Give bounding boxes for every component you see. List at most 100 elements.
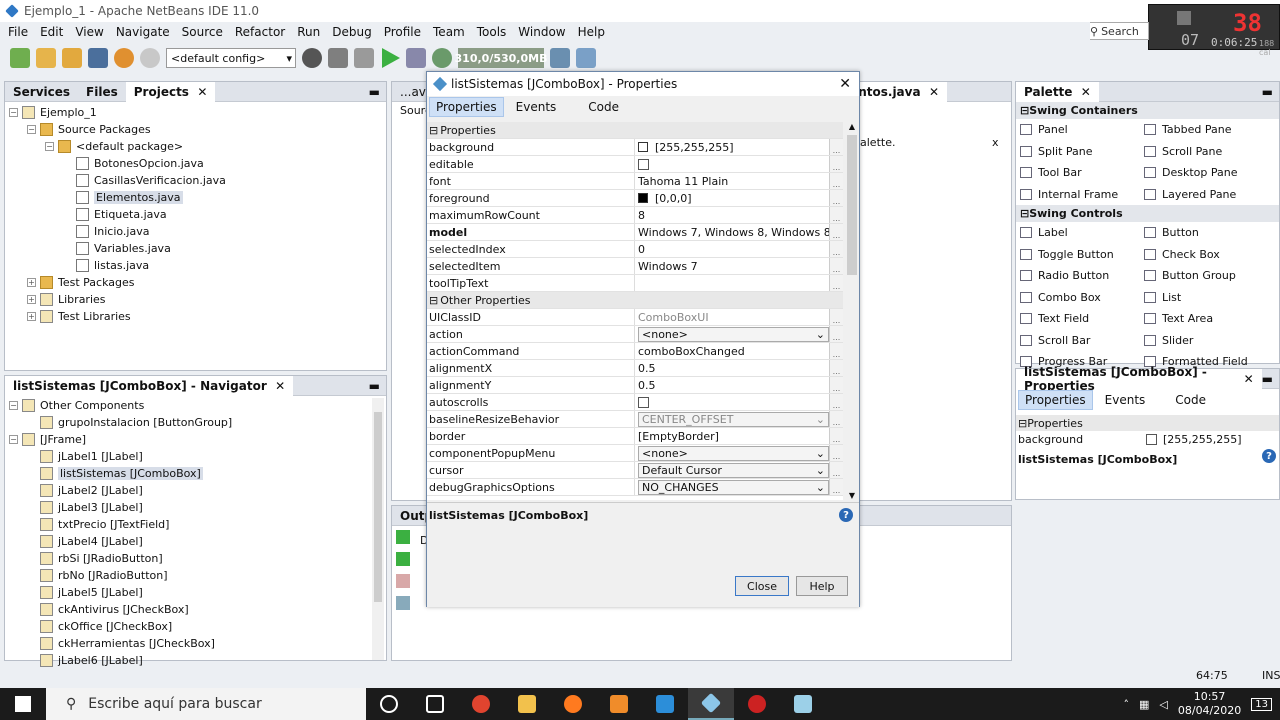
property-value[interactable] (635, 156, 829, 172)
menu-help[interactable]: Help (572, 25, 611, 39)
tree-node[interactable]: jLabel2 [JLabel] (9, 482, 386, 499)
notifications-icon[interactable]: 13 (1251, 697, 1272, 711)
tree-node[interactable]: jLabel1 [JLabel] (9, 448, 386, 465)
property-category[interactable]: ⊟ Properties (427, 122, 843, 139)
property-value[interactable]: comboBoxChanged (635, 343, 829, 359)
palette-item[interactable]: Text Area (1144, 308, 1268, 330)
palette-item[interactable]: Slider (1144, 330, 1268, 352)
palette-item[interactable]: Scroll Bar (1020, 330, 1144, 352)
menu-navigate[interactable]: Navigate (110, 25, 176, 39)
vscode-icon[interactable] (642, 688, 688, 720)
collapse-icon[interactable]: ⊟ (429, 294, 438, 307)
close-icon[interactable]: ✕ (275, 379, 285, 393)
expand-toggle-icon[interactable]: − (45, 142, 54, 151)
debug-icon[interactable] (406, 48, 426, 68)
profiler-snapshot-icon[interactable] (576, 48, 596, 68)
collapse-icon[interactable]: ⊟ (429, 124, 438, 137)
palette-section[interactable]: ⊟ Swing Controls (1016, 205, 1279, 222)
ellipsis-button[interactable]: ... (829, 224, 843, 240)
palette-item[interactable]: Scroll Pane (1144, 141, 1268, 163)
start-button[interactable] (0, 688, 46, 720)
help-icon[interactable]: ? (1262, 449, 1276, 463)
property-value[interactable]: NO_CHANGES ⌄ (635, 479, 829, 495)
props-panel-row[interactable]: background [255,255,255] (1016, 431, 1279, 447)
scroll-up-icon[interactable]: ▲ (845, 122, 859, 131)
ellipsis-button[interactable]: ... (829, 190, 843, 206)
ellipsis-button[interactable]: ... (829, 156, 843, 172)
minimize-icon[interactable]: ▬ (1262, 372, 1279, 386)
palette-item[interactable]: Check Box (1144, 244, 1268, 266)
property-row[interactable]: cursor Default Cursor ⌄... (427, 462, 843, 479)
tree-node[interactable]: ckAntivirus [JCheckBox] (9, 601, 386, 618)
background-checkbox[interactable] (1146, 433, 1157, 445)
tab-code[interactable]: Code (1175, 393, 1206, 407)
palette-item[interactable]: Toggle Button (1020, 244, 1144, 266)
tree-node[interactable]: Inicio.java (9, 223, 386, 240)
tree-node[interactable]: − Other Components (9, 397, 386, 414)
menu-profile[interactable]: Profile (378, 25, 427, 39)
collapse-icon[interactable]: ⊟ (1020, 104, 1029, 117)
property-row[interactable]: actionCommand comboBoxChanged... (427, 343, 843, 360)
property-row[interactable]: selectedItem Windows 7... (427, 258, 843, 275)
palette-item[interactable]: Label (1020, 222, 1144, 244)
props-panel-category[interactable]: ⊟ Properties (1016, 415, 1279, 431)
tree-node[interactable]: − Source Packages (9, 121, 386, 138)
firefox-icon[interactable] (550, 688, 596, 720)
property-row[interactable]: toolTipText... (427, 275, 843, 292)
property-row[interactable]: background [255,255,255]... (427, 139, 843, 156)
ellipsis-button[interactable]: ... (829, 428, 843, 444)
property-row[interactable]: debugGraphicsOptions NO_CHANGES ⌄... (427, 479, 843, 496)
menu-run[interactable]: Run (291, 25, 326, 39)
property-value[interactable]: 0 (635, 241, 829, 257)
property-value[interactable]: [255,255,255] (635, 139, 829, 155)
close-icon[interactable]: ✕ (1081, 85, 1091, 99)
cortana-icon[interactable] (366, 688, 412, 720)
volume-icon[interactable]: ◁ (1159, 698, 1167, 711)
close-icon[interactable]: ✕ (929, 85, 939, 99)
open-project-icon[interactable] (62, 48, 82, 68)
property-row[interactable]: maximumRowCount 8... (427, 207, 843, 224)
palette-item[interactable]: Layered Pane (1144, 184, 1268, 206)
config-select[interactable]: <default config> ▾ (166, 48, 296, 68)
ellipsis-button[interactable]: ... (829, 207, 843, 223)
ellipsis-button[interactable]: ... (829, 394, 843, 410)
property-combo[interactable]: Default Cursor ⌄ (638, 462, 829, 478)
ellipsis-button[interactable]: ... (829, 275, 843, 291)
minimize-icon[interactable]: ▬ (369, 85, 386, 99)
chrome-icon[interactable] (458, 688, 504, 720)
expand-toggle-icon[interactable]: − (9, 401, 18, 410)
profile-icon[interactable] (432, 48, 452, 68)
palette-item[interactable]: Button (1144, 222, 1268, 244)
palette-item[interactable]: Panel (1020, 119, 1144, 141)
tab-properties[interactable]: Properties (1018, 390, 1093, 410)
property-row[interactable]: componentPopupMenu <none> ⌄... (427, 445, 843, 462)
app-notes-icon[interactable] (780, 688, 826, 720)
scrollbar-thumb[interactable] (374, 412, 382, 602)
redo-icon[interactable] (140, 48, 160, 68)
ellipsis-button[interactable]: ... (829, 258, 843, 274)
tree-node[interactable]: Elementos.java (9, 189, 386, 206)
tab-projects[interactable]: Projects ✕ (125, 81, 216, 102)
ellipsis-button[interactable]: ... (829, 139, 843, 155)
taskbar-search[interactable]: ⚲ Escribe aquí para buscar (46, 688, 366, 720)
tab-events[interactable]: Events (1105, 393, 1146, 407)
new-project-icon[interactable] (36, 48, 56, 68)
sublime-icon[interactable] (596, 688, 642, 720)
expand-toggle-icon[interactable]: + (27, 295, 36, 304)
expand-toggle-icon[interactable]: + (27, 278, 36, 287)
undo-icon[interactable] (114, 48, 134, 68)
tree-node[interactable]: Variables.java (9, 240, 386, 257)
tree-node[interactable]: jLabel5 [JLabel] (9, 584, 386, 601)
palette-section[interactable]: ⊟ Swing Containers (1016, 102, 1279, 119)
property-row[interactable]: UIClassID ComboBoxUI... (427, 309, 843, 326)
tab-code[interactable]: Code (582, 98, 625, 116)
expand-toggle-icon[interactable]: − (27, 125, 36, 134)
tab-files[interactable]: Files (78, 82, 126, 102)
tree-node[interactable]: listas.java (9, 257, 386, 274)
tree-node[interactable]: rbSi [JRadioButton] (9, 550, 386, 567)
memory-indicator[interactable]: 310,0/530,0MB (455, 48, 547, 68)
menu-view[interactable]: View (69, 25, 109, 39)
chevron-up-icon[interactable]: ˄ (1123, 698, 1129, 711)
rerun-different-icon[interactable] (396, 552, 410, 566)
menu-tools[interactable]: Tools (471, 25, 513, 39)
